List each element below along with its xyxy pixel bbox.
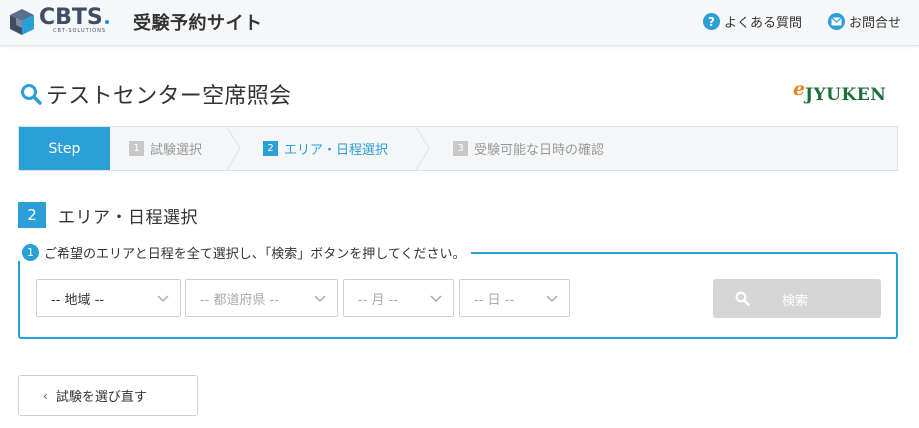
ejyuken-logo-e: e	[793, 78, 806, 100]
step-2-label: エリア・日程選択	[284, 143, 389, 158]
step-3-number: 3	[453, 141, 468, 156]
site-title[interactable]: 受験予約サイト	[133, 9, 263, 35]
step-1-label: 試験選択	[150, 143, 203, 158]
section-heading: 2 エリア・日程選択	[18, 202, 198, 228]
logo-wordmark: CBTS	[39, 5, 103, 30]
search-button[interactable]: 検索	[713, 279, 881, 318]
reselect-exam-button[interactable]: ‹ 試験を選び直す	[18, 375, 198, 416]
step-head: Step	[19, 127, 110, 170]
cbts-logo[interactable]: CBTS CBT-SOLUTIONS	[8, 6, 109, 40]
reselect-exam-label: 試験を選び直す	[55, 390, 147, 405]
month-select-value: -- 月 --	[358, 292, 399, 308]
contact-label: お問合せ	[849, 16, 902, 31]
faq-label: よくある質問	[724, 16, 803, 31]
month-select[interactable]: -- 月 --	[343, 279, 454, 317]
chevron-left-icon: ‹	[43, 388, 48, 403]
prefecture-select[interactable]: -- 都道府県 --	[185, 279, 338, 317]
search-icon	[735, 291, 750, 306]
cube-logo-icon	[10, 9, 34, 35]
instruction-text: ご希望のエリアと日程を全て選択し、「検索」ボタンを押してください。	[44, 246, 466, 262]
region-select[interactable]: -- 地域 --	[36, 279, 181, 317]
step-progress-bar: Step 1 試験選択 2 エリア・日程選択 3 受験可能な日時の確認	[18, 126, 898, 171]
section-number: 2	[18, 202, 46, 228]
section-title: エリア・日程選択	[58, 207, 198, 228]
chevron-down-icon	[430, 295, 442, 303]
step-divider-icon	[227, 127, 241, 170]
contact-link[interactable]: お問合せ	[828, 12, 901, 31]
chevron-down-icon	[546, 295, 558, 303]
form-instruction: 1 ご希望のエリアと日程を全て選択し、「検索」ボタンを押してください。	[18, 243, 472, 262]
step-1-exam-select: 1 試験選択	[129, 127, 202, 170]
step-3-label: 受験可能な日時の確認	[474, 143, 605, 158]
search-icon	[21, 84, 42, 105]
ejyuken-logo-text: JYUKEN	[805, 85, 887, 105]
chevron-down-icon	[314, 295, 326, 303]
ejyuken-logo: e JYUKEN	[793, 78, 897, 108]
logo-subtext: CBT-SOLUTIONS	[53, 28, 107, 34]
prefecture-select-value: -- 都道府県 --	[200, 292, 280, 308]
faq-link[interactable]: ? よくある質問	[703, 12, 802, 31]
page-title-text: テストセンター空席照会	[46, 84, 292, 109]
page-title: テストセンター空席照会	[20, 78, 291, 110]
search-button-label: 検索	[782, 294, 809, 309]
step-2-area-date: 2 エリア・日程選択	[263, 127, 388, 170]
site-header: CBTS CBT-SOLUTIONS 受験予約サイト ? よくある質問 お問合せ	[0, 0, 919, 46]
mail-icon	[828, 13, 845, 30]
chevron-down-icon	[157, 295, 169, 303]
step-1-number: 1	[129, 141, 144, 156]
step-divider-icon	[416, 127, 430, 170]
step-2-number: 2	[263, 141, 278, 156]
day-select-value: -- 日 --	[474, 292, 515, 308]
step-3-confirm: 3 受験可能な日時の確認	[453, 127, 604, 170]
day-select[interactable]: -- 日 --	[459, 279, 570, 317]
question-circle-icon: ?	[703, 13, 720, 30]
region-select-value: -- 地域 --	[51, 292, 105, 308]
instruction-number: 1	[22, 243, 39, 261]
